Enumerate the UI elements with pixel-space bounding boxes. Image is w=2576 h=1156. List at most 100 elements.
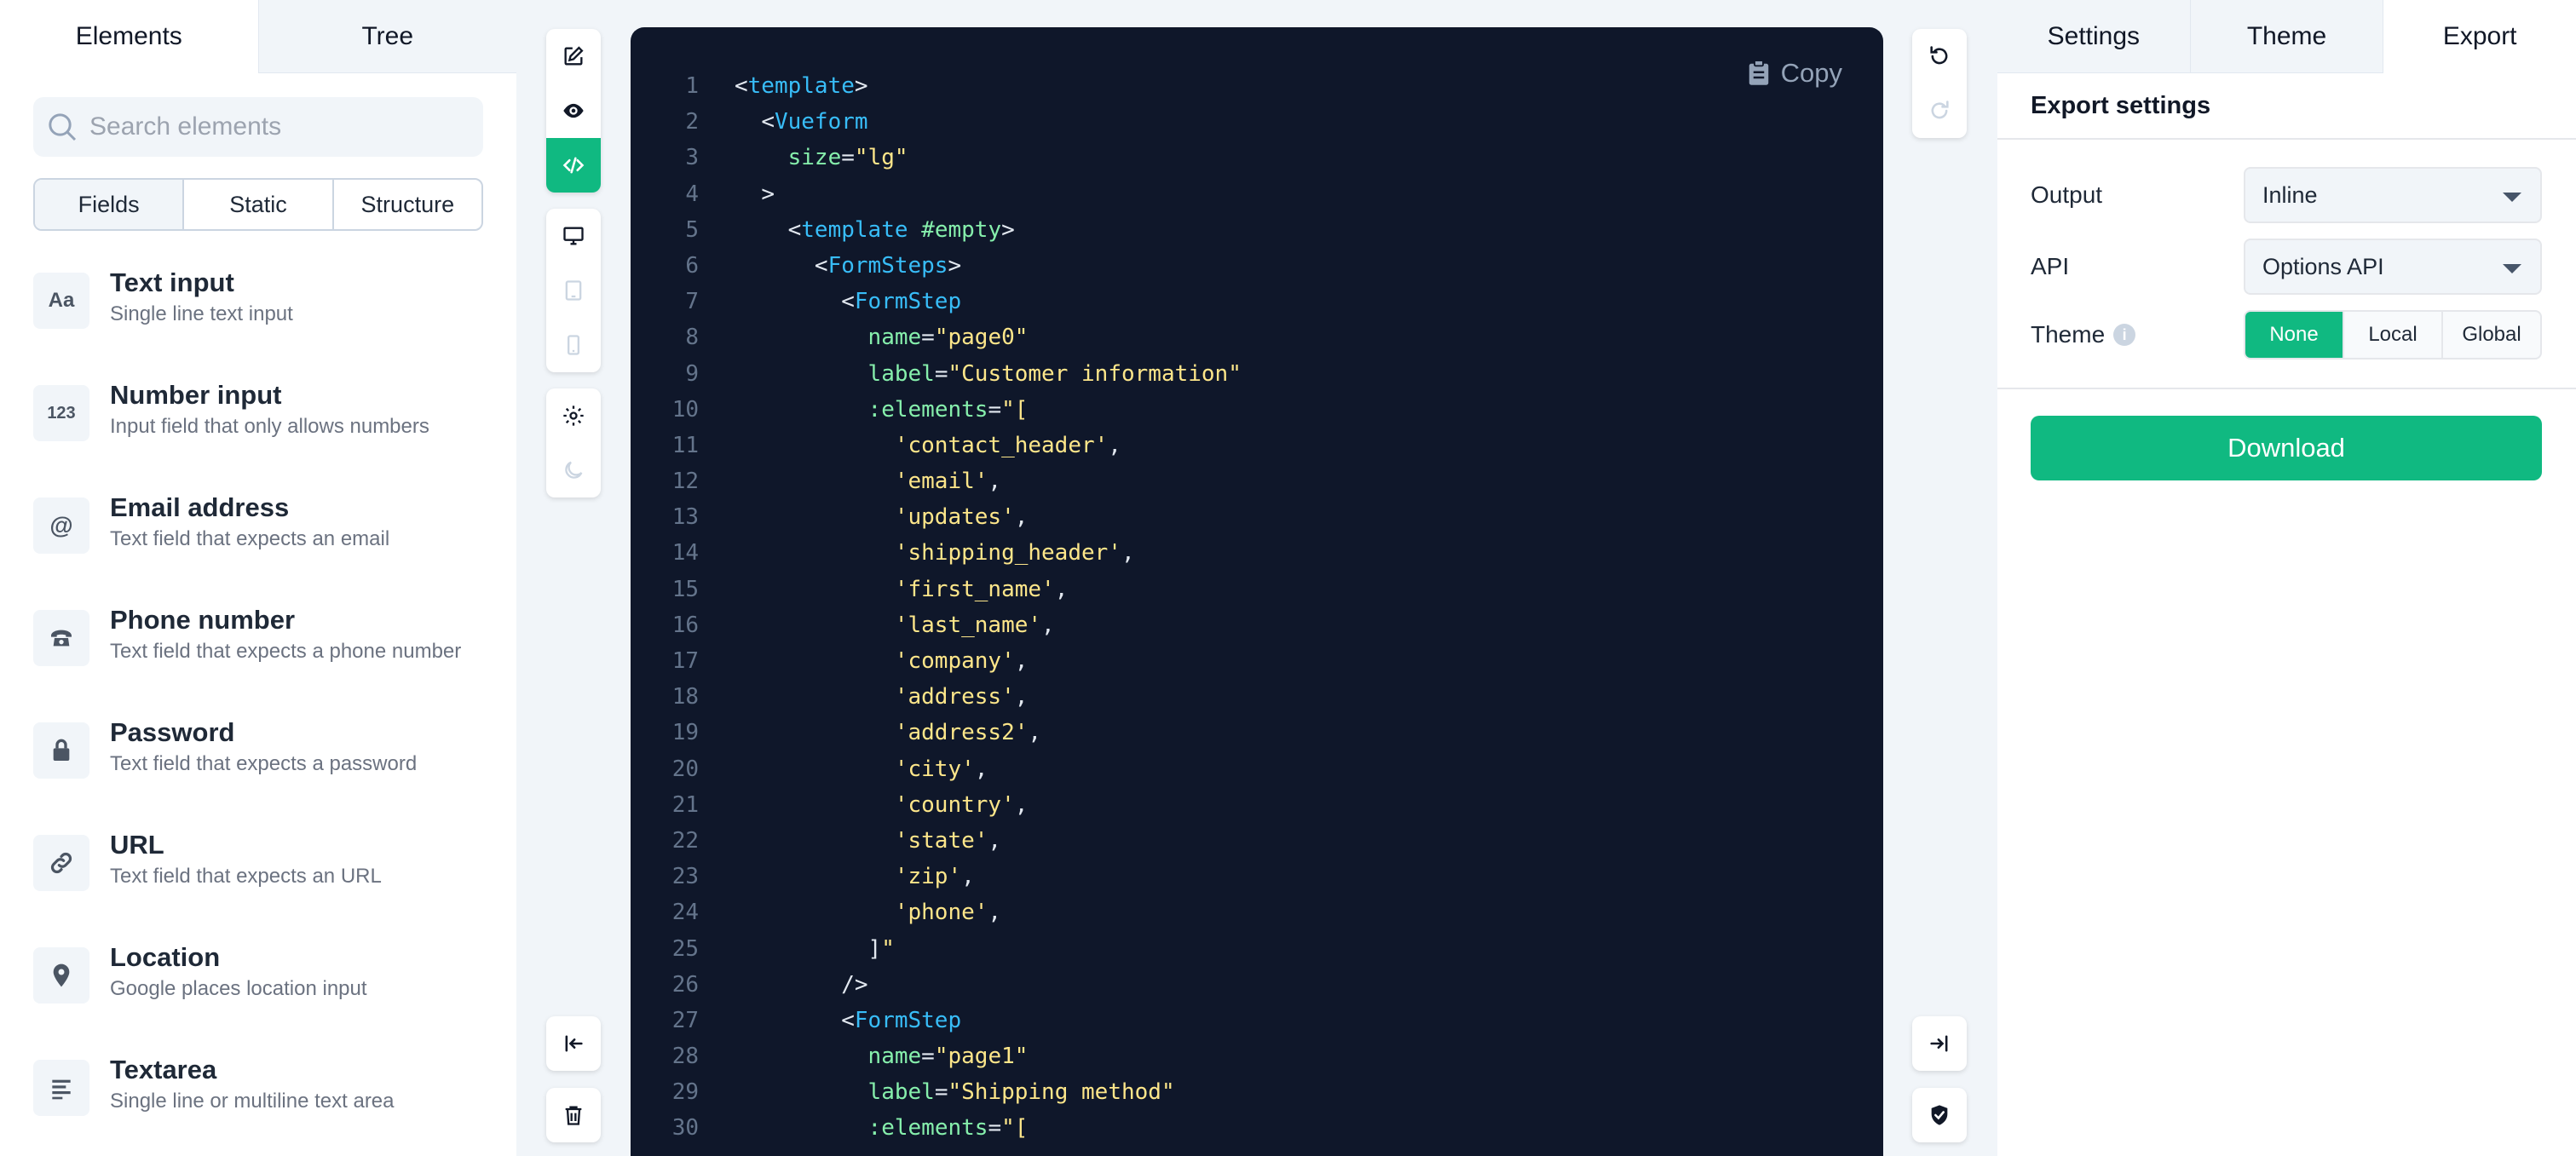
- code-line: 30 :elements="[: [631, 1110, 1242, 1146]
- line-number: 17: [671, 648, 699, 674]
- desktop-view-button[interactable]: [546, 209, 601, 263]
- code-mode-button[interactable]: [546, 138, 601, 193]
- tab-elements[interactable]: Elements: [0, 0, 258, 73]
- edit-icon: [564, 46, 584, 66]
- theme-option-global[interactable]: Global: [2441, 312, 2540, 358]
- element-url[interactable]: URL Text field that expects an URL: [33, 828, 510, 940]
- element-textarea[interactable]: Textarea Single line or multiline text a…: [33, 1053, 510, 1156]
- line-number: 25: [671, 935, 699, 962]
- line-number: 6: [685, 252, 699, 279]
- elements-panel: Elements Tree Fields Static Structure Aa…: [0, 0, 516, 1156]
- line-number: 28: [671, 1044, 699, 1070]
- text-icon: Aa: [33, 273, 89, 329]
- align-left-icon: [33, 1060, 89, 1116]
- copy-button[interactable]: Copy: [1747, 58, 1842, 89]
- right-tabs: Settings Theme Export: [1997, 0, 2576, 73]
- mode-toolbar: [546, 29, 601, 193]
- preview-mode-button[interactable]: [546, 83, 601, 138]
- mobile-view-button[interactable]: [546, 318, 601, 372]
- line-number: 16: [671, 612, 699, 638]
- element-password[interactable]: Password Text field that expects a passw…: [33, 716, 510, 828]
- category-fields[interactable]: Fields: [35, 180, 183, 229]
- moon-icon: [565, 461, 583, 479]
- element-title: Phone number: [110, 605, 296, 635]
- device-toolbar: [546, 209, 601, 372]
- element-text-input[interactable]: Aa Text input Single line text input: [33, 266, 510, 378]
- element-description: Single line or multiline text area: [110, 1090, 395, 1113]
- line-number: 23: [671, 864, 699, 890]
- undo-icon: [1930, 46, 1948, 65]
- collapse-left-button[interactable]: [546, 1016, 601, 1071]
- code-line: 5 <template #empty>: [631, 212, 1242, 248]
- eye-icon: [563, 103, 584, 118]
- lock-icon: [33, 722, 89, 779]
- line-number: 4: [685, 181, 699, 207]
- code-line: 25 ]": [631, 931, 1242, 967]
- search-input[interactable]: [89, 112, 464, 141]
- line-number: 24: [671, 900, 699, 926]
- tab-settings[interactable]: Settings: [1997, 0, 2191, 73]
- api-label: API: [2031, 253, 2070, 279]
- redo-button[interactable]: [1912, 83, 1967, 138]
- line-number: 27: [671, 1007, 699, 1033]
- line-content: size="lg": [787, 145, 908, 171]
- category-static[interactable]: Static: [182, 180, 331, 229]
- line-content: ]": [867, 935, 895, 962]
- edit-mode-button[interactable]: [546, 29, 601, 83]
- tablet-icon: [565, 280, 582, 301]
- element-title: Location: [110, 942, 221, 972]
- code-line: 11 'contact_header',: [631, 428, 1242, 463]
- tab-tree[interactable]: Tree: [257, 0, 516, 73]
- at-icon: @: [33, 497, 89, 554]
- settings-panel: Settings Theme Export Export settings Ou…: [1997, 0, 2576, 1156]
- category-structure[interactable]: Structure: [331, 180, 481, 229]
- theme-label: Theme: [2031, 321, 2106, 348]
- output-select[interactable]: Inline: [2244, 167, 2542, 223]
- left-tabs: Elements Tree: [0, 0, 516, 73]
- element-description: Text field that expects a password: [110, 752, 418, 775]
- tab-theme[interactable]: Theme: [2190, 0, 2384, 73]
- code-line: 18 'address',: [631, 679, 1242, 715]
- element-title: Textarea: [110, 1055, 217, 1084]
- code-editor[interactable]: Copy 1 <template> 2 <Vueform 3 size="lg" 4 >…: [631, 27, 1883, 1156]
- theme-label-wrap: Theme i: [2031, 321, 2244, 348]
- theme-option-local[interactable]: Local: [2343, 312, 2441, 358]
- line-content: name="page0": [867, 325, 1029, 351]
- location-pin-icon: [33, 947, 89, 1004]
- element-number-input[interactable]: 123 Number input Input field that only a…: [33, 378, 510, 491]
- line-content: 'city',: [894, 756, 988, 782]
- code-line: 10 :elements="[: [631, 392, 1242, 428]
- code-line: 1 <template>: [631, 68, 1242, 104]
- line-content: <FormStep: [841, 1007, 962, 1033]
- output-label: Output: [2031, 181, 2103, 208]
- info-icon[interactable]: i: [2113, 324, 2136, 346]
- line-number: 21: [671, 791, 699, 818]
- element-location[interactable]: Location Google places location input: [33, 940, 510, 1053]
- code-line: 27 <FormStep: [631, 1003, 1242, 1038]
- dark-mode-button[interactable]: [546, 443, 601, 497]
- line-content: name="page1": [867, 1044, 1029, 1070]
- element-phone-number[interactable]: Phone number Text field that expects a p…: [33, 603, 510, 716]
- collapse-right-button[interactable]: [1912, 1016, 1967, 1071]
- settings-button[interactable]: [546, 388, 601, 443]
- api-select[interactable]: Options API: [2244, 239, 2542, 295]
- line-number: 7: [685, 289, 699, 315]
- trash-icon: [565, 1106, 582, 1125]
- element-description: Single line text input: [110, 302, 293, 325]
- clear-form-button[interactable]: [546, 1088, 601, 1142]
- download-button[interactable]: Download: [2031, 416, 2542, 480]
- tab-export[interactable]: Export: [2383, 0, 2576, 73]
- code-line: 20 'city',: [631, 751, 1242, 787]
- clear-toolbar: [546, 1088, 601, 1142]
- validation-button[interactable]: [1912, 1088, 1967, 1142]
- code-line: 16 'last_name',: [631, 607, 1242, 643]
- theme-option-none[interactable]: None: [2245, 312, 2343, 358]
- code-line: 23 'zip',: [631, 859, 1242, 894]
- tablet-view-button[interactable]: [546, 263, 601, 318]
- line-content: :elements="[: [867, 396, 1029, 423]
- theme-switch: None Local Global: [2244, 310, 2542, 359]
- line-number: 8: [685, 325, 699, 351]
- element-email-address[interactable]: @ Email address Text field that expects …: [33, 491, 510, 603]
- undo-button[interactable]: [1912, 29, 1967, 83]
- code-line: 24 'phone',: [631, 894, 1242, 930]
